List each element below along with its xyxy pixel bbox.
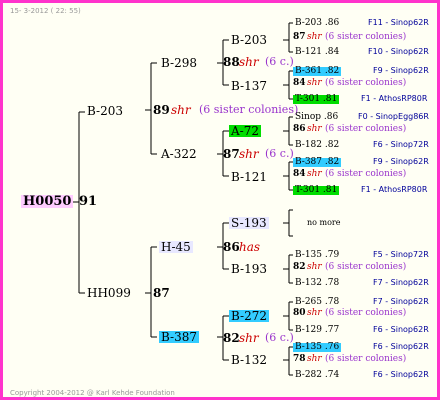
- gen4-row-id[interactable]: B-182 .82: [295, 141, 339, 150]
- gen4-row-source: F9 - Sinop62R: [373, 157, 429, 166]
- copyright-footer: Copyright 2004-2012 @ Karl Kehde Foundat…: [10, 389, 175, 397]
- gen3-b121-id[interactable]: B-121: [231, 171, 267, 183]
- pedigree-frame: 15- 3-2012 ( 22: 55) H0050 91 B-203 89 s…: [0, 0, 440, 400]
- dam-id[interactable]: HH099: [87, 287, 131, 299]
- gen4-row-id[interactable]: T-301 .81: [293, 186, 340, 195]
- gen3-b193-id[interactable]: B-193: [231, 263, 267, 275]
- gen3-b193-sisters: (6 sister colonies): [325, 262, 407, 272]
- gen3-s193-id[interactable]: S-193: [229, 217, 269, 229]
- gen2-a322-number: 87: [223, 147, 240, 161]
- gen2-b298-number: 88: [223, 55, 240, 69]
- gen3-b137-number: 84: [293, 78, 306, 88]
- gen4-row-id[interactable]: B-387 .82: [293, 158, 342, 167]
- gen4-row-id[interactable]: B-135 .76: [293, 343, 342, 352]
- sire-number: 89: [153, 103, 170, 117]
- gen4-row-source: F7 - Sinop62R: [373, 297, 429, 306]
- gen2-b298-id[interactable]: B-298: [161, 57, 197, 69]
- gen4-row-id[interactable]: B-361 .82: [293, 67, 342, 76]
- gen2-a322-sisters: (6 c.): [265, 147, 294, 160]
- timestamp-header: 15- 3-2012 ( 22: 55): [10, 7, 81, 15]
- root-number: 91: [79, 194, 98, 209]
- dam-number: 87: [153, 286, 170, 300]
- gen3-b203-number: 87: [293, 32, 306, 42]
- gen4-row-source: F9 - Sinop62R: [373, 66, 429, 75]
- gen3-b121-shr: shr: [307, 169, 322, 179]
- gen3-b272-id[interactable]: B-272: [229, 310, 269, 322]
- gen4-row-source: F6 - Sinop62R: [373, 370, 429, 379]
- gen3-b272-number: 80: [293, 308, 306, 318]
- gen3-a72-number: 86: [293, 124, 306, 134]
- gen3-b272-shr: shr: [307, 308, 322, 318]
- gen3-b272-sisters: (6 sister colonies): [325, 308, 407, 318]
- gen3-b193-shr: shr: [307, 262, 322, 272]
- gen3-b132-id[interactable]: B-132: [231, 354, 267, 366]
- sire-sisters: (6 sister colonies): [199, 103, 299, 116]
- gen3-b203-shr: shr: [307, 32, 322, 42]
- gen4-row-source: F7 - Sinop62R: [373, 278, 429, 287]
- gen3-b121-sisters: (6 sister colonies): [325, 169, 407, 179]
- gen2-b298-sisters: (6 c.): [265, 55, 294, 68]
- gen2-h45-shr: has: [239, 240, 261, 254]
- gen4-row-id[interactable]: B-203 .86: [295, 19, 339, 28]
- gen2-b298-shr: shr: [239, 55, 259, 69]
- gen4-row-source: F6 - Sinop62R: [373, 342, 429, 351]
- gen2-a322-id[interactable]: A-322: [161, 148, 197, 160]
- gen4-row-source: F6 - Sinop72R: [373, 140, 429, 149]
- gen3-b137-id[interactable]: B-137: [231, 80, 267, 92]
- gen3-b132-shr: shr: [307, 354, 322, 364]
- gen2-a322-shr: shr: [239, 147, 259, 161]
- gen4-row-source: F1 - AthosRP80R: [361, 185, 428, 194]
- gen2-b387-shr: shr: [239, 331, 259, 345]
- gen4-row-id[interactable]: B-129 .77: [295, 326, 339, 335]
- gen4-row-source: F0 - SinopEgg86R: [358, 112, 429, 121]
- gen4-row-id[interactable]: B-265 .78: [295, 298, 339, 307]
- gen3-a72-sisters: (6 sister colonies): [325, 124, 407, 134]
- gen3-b137-sisters: (6 sister colonies): [325, 78, 407, 88]
- gen3-b203-sisters: (6 sister colonies): [325, 32, 407, 42]
- gen3-a72-shr: shr: [307, 124, 322, 134]
- gen4-row-source: F10 - Sinop62R: [368, 47, 429, 56]
- gen3-s193-no-more: no more: [307, 218, 341, 227]
- gen3-b121-number: 84: [293, 169, 306, 179]
- gen3-b193-number: 82: [293, 262, 306, 272]
- sire-shr: shr: [171, 103, 191, 117]
- gen2-h45-id[interactable]: H-45: [159, 241, 193, 253]
- gen2-b387-id[interactable]: B-387: [159, 331, 199, 343]
- sire-id[interactable]: B-203: [87, 105, 123, 117]
- gen2-b387-sisters: (6 c.): [265, 331, 294, 344]
- root-colony-id[interactable]: H0050: [21, 195, 74, 208]
- gen4-row-source: F5 - Sinop72R: [373, 250, 429, 259]
- gen4-row-id[interactable]: Sinop .86: [295, 113, 338, 122]
- gen2-h45-number: 86: [223, 240, 240, 254]
- gen4-row-source: F6 - Sinop62R: [373, 325, 429, 334]
- gen3-b132-number: 78: [293, 354, 306, 364]
- gen4-row-id[interactable]: B-121 .84: [295, 48, 339, 57]
- gen3-b203-id[interactable]: B-203: [231, 34, 267, 46]
- gen3-b137-shr: shr: [307, 78, 322, 88]
- gen3-a72-id[interactable]: A-72: [229, 125, 261, 137]
- gen3-b132-sisters: (6 sister colonies): [325, 354, 407, 364]
- gen4-row-source: F1 - AthosRP80R: [361, 94, 428, 103]
- gen4-row-source: F11 - Sinop62R: [368, 18, 429, 27]
- gen2-b387-number: 82: [223, 331, 240, 345]
- gen4-row-id[interactable]: B-135 .79: [295, 251, 339, 260]
- gen4-row-id[interactable]: T-301 .81: [293, 95, 340, 104]
- gen4-row-id[interactable]: B-282 .74: [295, 371, 339, 380]
- gen4-row-id[interactable]: B-132 .78: [295, 279, 339, 288]
